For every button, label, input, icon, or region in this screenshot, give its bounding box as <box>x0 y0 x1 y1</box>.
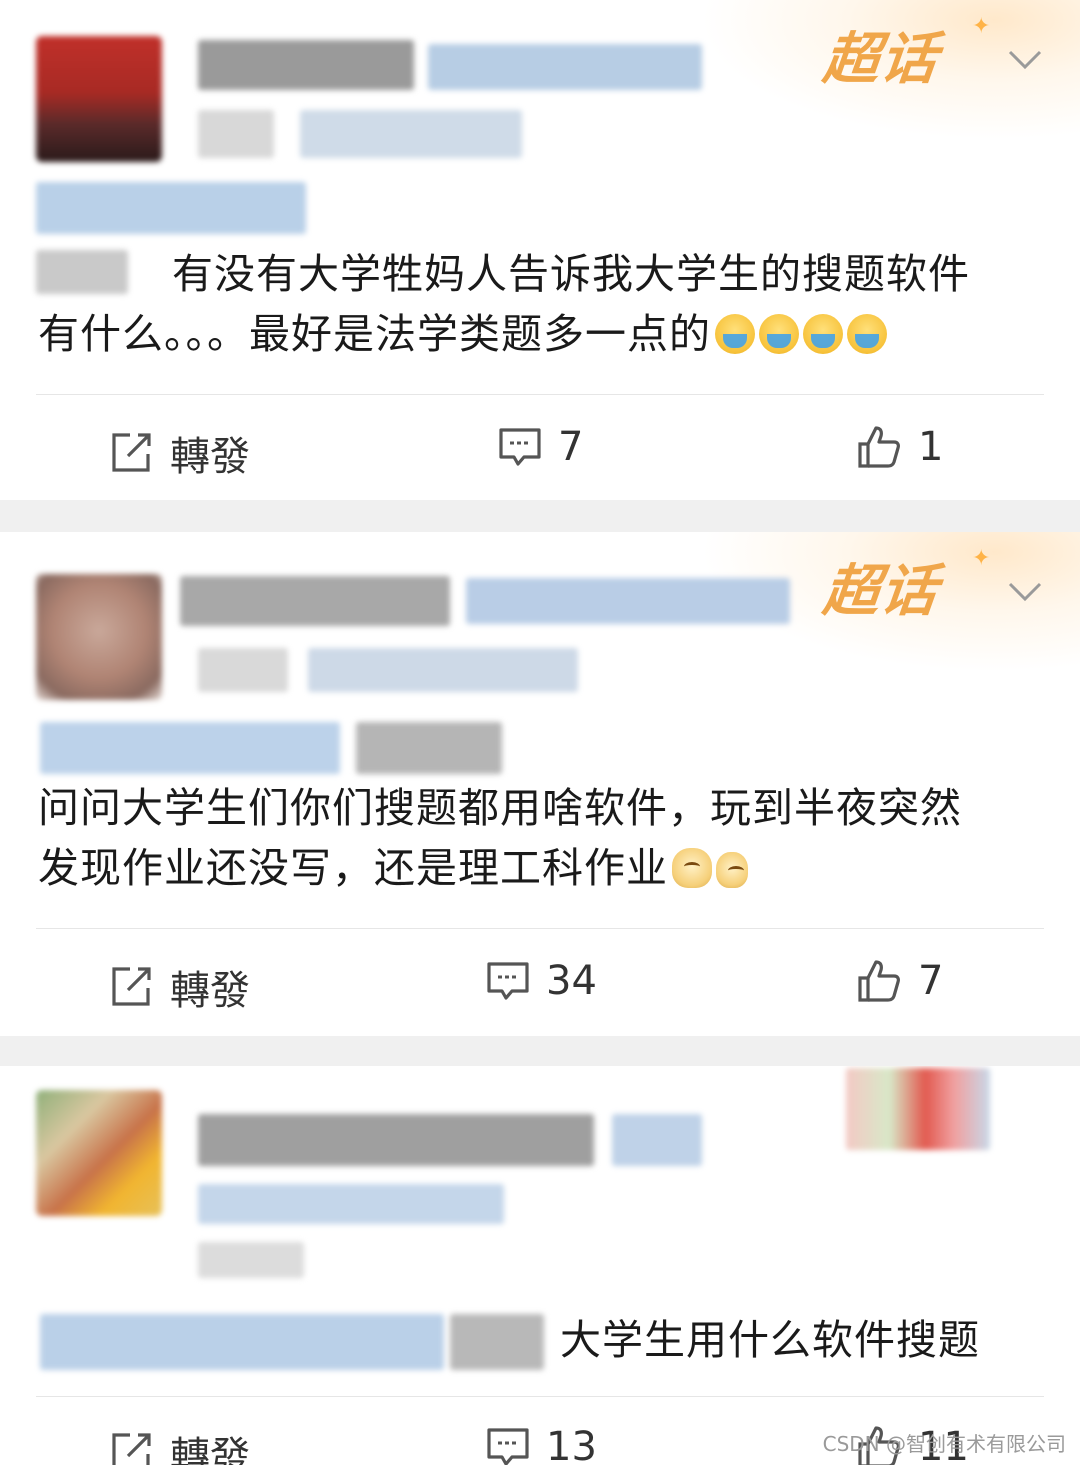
repost-button[interactable]: 轉發 <box>108 424 250 482</box>
repost-label: 轉發 <box>170 968 250 1014</box>
username-blurred[interactable] <box>198 1114 594 1166</box>
post-text-cont: 有什么。。。最好是法学类题多一点的 <box>38 304 887 364</box>
topic-tag-blurred[interactable] <box>40 1314 444 1370</box>
repost-label: 轉發 <box>170 1434 250 1465</box>
avatar[interactable] <box>36 36 162 162</box>
mention-blurred[interactable] <box>36 250 128 294</box>
separator <box>0 1036 1080 1066</box>
chevron-down-icon[interactable] <box>1006 40 1044 78</box>
divider <box>36 1396 1044 1397</box>
repost-icon <box>112 1433 151 1465</box>
post-text-line1: 问问大学生们你们搜题都用啥软件，玩到半夜突然 <box>38 784 962 832</box>
sparkle-icon: ✦ <box>972 14 991 39</box>
repost-button[interactable]: 轉發 <box>108 1424 250 1465</box>
crying-emoji <box>759 314 799 354</box>
comment-count: 7 <box>558 424 584 470</box>
post-source-blurred <box>308 648 578 692</box>
chaohua-badge[interactable]: 超话 <box>820 14 943 95</box>
comment-count: 13 <box>546 1424 597 1465</box>
like-count: 1 <box>918 424 944 470</box>
crying-emoji <box>803 314 843 354</box>
topic-tag-blurred[interactable] <box>40 722 340 774</box>
post-card-2[interactable]: 超话 ✦ 问问大学生们你们搜题都用啥软件，玩到半夜突然 发现作业还没写，还是理工… <box>0 532 1080 1036</box>
comment-button[interactable]: 34 <box>486 958 597 1004</box>
repost-icon <box>112 433 151 472</box>
post-text: 有没有大学牲妈人告诉我大学生的搜题软件 <box>172 244 970 304</box>
topic-tag-blurred[interactable] <box>36 182 306 234</box>
post-text: 问问大学生们你们搜题都用啥软件，玩到半夜突然 <box>38 778 962 838</box>
post-text-line1: 大学生用什么软件搜题 <box>560 1316 980 1364</box>
avatar[interactable] <box>36 1090 162 1216</box>
mention-blurred[interactable] <box>356 722 502 774</box>
divider <box>36 928 1044 929</box>
comment-icon <box>487 1428 529 1465</box>
doge-emoji <box>716 852 748 888</box>
like-icon <box>858 960 900 1002</box>
like-count: 7 <box>918 958 944 1004</box>
user-verify-blurred <box>198 1184 504 1224</box>
decoration-blurred <box>846 1068 990 1150</box>
post-text-line1: 有没有大学牲妈人告诉我大学生的搜题软件 <box>172 250 970 298</box>
separator <box>0 500 1080 532</box>
like-button[interactable]: 7 <box>856 958 943 1004</box>
user-tags-blurred <box>612 1114 702 1166</box>
like-icon <box>858 426 900 468</box>
crying-emoji <box>715 314 755 354</box>
sparkle-icon: ✦ <box>972 546 991 571</box>
repost-label: 轉發 <box>170 434 250 480</box>
repost-button[interactable]: 轉發 <box>108 958 250 1016</box>
chevron-down-icon[interactable] <box>1006 572 1044 610</box>
weibo-feed: 超话 ✦ 有没有大学牲妈人告诉我大学生的搜题软件 有什么。。。最好是法学类题多一… <box>0 0 1080 1465</box>
crying-emoji <box>847 314 887 354</box>
like-button[interactable]: 1 <box>856 424 943 470</box>
user-tags-blurred <box>466 578 790 624</box>
doge-emoji <box>672 848 712 888</box>
comment-count: 34 <box>546 958 597 1004</box>
post-meta-blurred <box>198 648 288 692</box>
post-card-1[interactable]: 超话 ✦ 有没有大学牲妈人告诉我大学生的搜题软件 有什么。。。最好是法学类题多一… <box>0 0 1080 500</box>
user-tags-blurred <box>428 44 702 90</box>
post-text-line2: 有什么。。。最好是法学类题多一点的 <box>38 310 711 358</box>
divider <box>36 394 1044 395</box>
chaohua-badge[interactable]: 超话 <box>820 546 943 627</box>
post-text: 大学生用什么软件搜题 <box>560 1310 980 1370</box>
watermark: CSDN @智创有术有限公司 <box>822 1432 1066 1456</box>
avatar[interactable] <box>36 574 162 700</box>
username-blurred[interactable] <box>180 576 450 626</box>
post-text-line2: 发现作业还没写，还是理工科作业 <box>38 844 668 892</box>
mention-blurred[interactable] <box>450 1314 544 1370</box>
post-card-3[interactable]: 大学生用什么软件搜题 轉發 13 11 <box>0 1066 1080 1465</box>
comment-icon <box>487 962 529 1000</box>
post-source-blurred <box>300 110 522 158</box>
post-text-cont: 发现作业还没写，还是理工科作业 <box>38 838 748 898</box>
repost-icon <box>112 967 151 1006</box>
post-meta-blurred <box>198 110 274 158</box>
comment-icon <box>499 428 541 466</box>
username-blurred[interactable] <box>198 40 414 90</box>
comment-button[interactable]: 7 <box>498 424 583 470</box>
comment-button[interactable]: 13 <box>486 1424 597 1465</box>
post-meta-blurred <box>198 1242 304 1278</box>
